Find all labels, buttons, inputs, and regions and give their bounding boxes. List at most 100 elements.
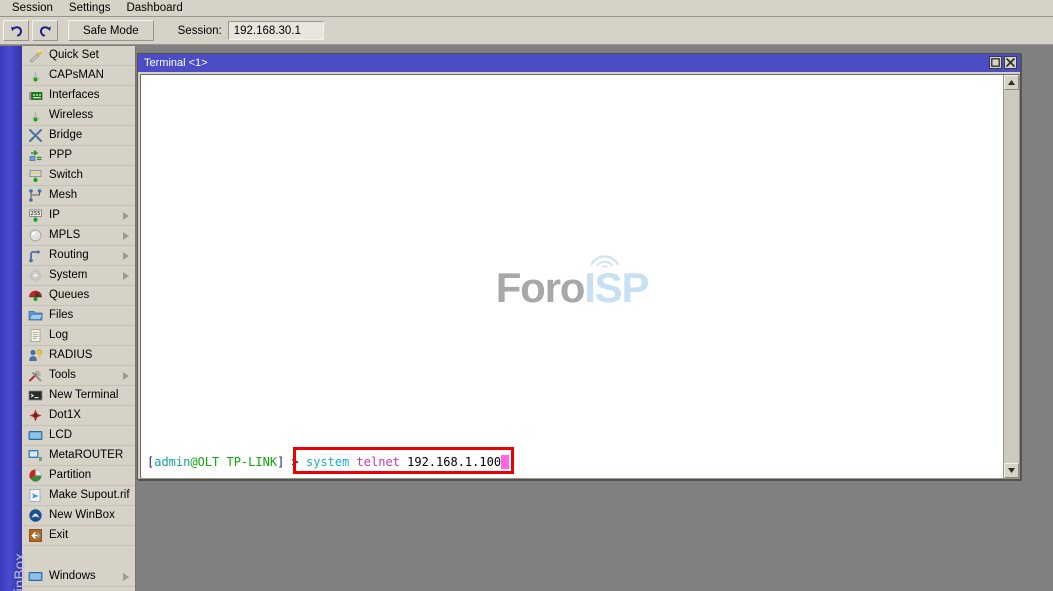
sidebar-item-label: Files: [49, 308, 74, 321]
terminal-output-area[interactable]: Foro ISP [admin @OLT TP-LINK] > system t…: [141, 75, 1003, 478]
sidebar-item-metarouter[interactable]: MetaROUTER: [22, 446, 135, 466]
scroll-up-button[interactable]: [1004, 75, 1019, 90]
queues-icon: [27, 288, 44, 304]
sidebar-item-log[interactable]: Log: [22, 326, 135, 346]
sidebar-item-new-terminal[interactable]: New Terminal: [22, 386, 135, 406]
sidebar-item-system[interactable]: System: [22, 266, 135, 286]
sidebar-item-mpls[interactable]: MPLS: [22, 226, 135, 246]
sidebar-item-files[interactable]: Files: [22, 306, 135, 326]
lcd-screen-icon: [27, 569, 44, 585]
terminal-icon: [27, 388, 44, 404]
sidebar-item-make-supout[interactable]: Make Supout.rif: [22, 486, 135, 506]
sidebar-item-label: RADIUS: [49, 348, 93, 361]
sidebar-item-queues[interactable]: Queues: [22, 286, 135, 306]
bridge-icon: [27, 128, 44, 144]
text-cursor: [501, 455, 510, 469]
undo-arrow-icon: [9, 24, 24, 38]
terminal-window: Terminal <1> Foro ISP [admin @OLT TP-LI…: [137, 53, 1021, 480]
sidebar-item-partition[interactable]: Partition: [22, 466, 135, 486]
log-page-icon: [27, 328, 44, 344]
sidebar-item-label: Tools: [49, 368, 76, 381]
chevron-right-icon: [123, 211, 129, 220]
sidebar-item-switch[interactable]: Switch: [22, 166, 135, 186]
antenna-icon: [27, 68, 44, 84]
restore-window-button[interactable]: [989, 56, 1002, 69]
wifi-signal-icon: [587, 247, 621, 269]
session-address-field[interactable]: 192.168.30.1: [227, 21, 324, 40]
terminal-title-bar[interactable]: Terminal <1>: [138, 54, 1020, 72]
tools-icon: [27, 368, 44, 384]
sidebar-item-label: Interfaces: [49, 88, 100, 101]
sidebar-item-lcd[interactable]: LCD: [22, 426, 135, 446]
safe-mode-button[interactable]: Safe Mode: [68, 20, 154, 41]
partition-icon: [27, 468, 44, 484]
sidebar-item-label: Log: [49, 328, 69, 341]
sidebar-item-label: New Terminal: [49, 388, 119, 401]
sidebar-item-label: Dot1X: [49, 408, 81, 421]
terminal-scrollbar[interactable]: [1003, 75, 1019, 478]
prompt-caret: >: [291, 455, 306, 469]
sidebar-item-ppp[interactable]: PPP: [22, 146, 135, 166]
chevron-right-icon: [123, 371, 129, 380]
restore-window-icon: [991, 58, 1000, 67]
radius-key-icon: [27, 348, 44, 364]
sidebar-item-routing[interactable]: Routing: [22, 246, 135, 266]
routing-icon: [27, 248, 44, 264]
scrollbar-track[interactable]: [1004, 90, 1019, 463]
dot1x-icon: [27, 408, 44, 424]
sidebar-item-capsman[interactable]: CAPsMAN: [22, 66, 135, 86]
sidebar-item-tools[interactable]: Tools: [22, 366, 135, 386]
prompt-close-bracket: ]: [277, 455, 292, 469]
sidebar-item-windows[interactable]: Windows: [22, 567, 135, 587]
sidebar-item-label: Exit: [49, 528, 69, 541]
metarouter-icon: [27, 448, 44, 464]
sidebar-item-label: System: [49, 268, 88, 281]
sidebar-item-radius[interactable]: RADIUS: [22, 346, 135, 366]
sidebar-item-mesh[interactable]: Mesh: [22, 186, 135, 206]
nic-card-icon: [27, 88, 44, 104]
chevron-right-icon: [123, 231, 129, 240]
scroll-down-button[interactable]: [1004, 463, 1019, 478]
sidebar-item-label: Make Supout.rif: [49, 488, 130, 501]
mpls-disc-icon: [27, 228, 44, 244]
sidebar-brand-stripe: WinBox: [0, 46, 29, 591]
sidebar-item-label: Routing: [49, 248, 89, 261]
undo-button[interactable]: [3, 20, 29, 41]
sidebar-item-list: Quick Set CAPsMAN Interfaces Wireless Br…: [22, 46, 135, 591]
scroll-down-arrow-icon: [1008, 468, 1015, 473]
prompt-username: admin: [154, 455, 191, 469]
sidebar-item-label: MetaROUTER: [49, 448, 124, 461]
sidebar-item-interfaces[interactable]: Interfaces: [22, 86, 135, 106]
prompt-open-bracket: [: [147, 455, 155, 469]
sidebar-item-label: Switch: [49, 168, 83, 181]
sidebar-menu: WinBox Quick Set CAPsMAN Interfaces Wire…: [0, 46, 136, 591]
sidebar-item-ip[interactable]: 255 IP: [22, 206, 135, 226]
chevron-right-icon: [123, 271, 129, 280]
redo-button[interactable]: [32, 20, 58, 41]
terminal-title-text: Terminal <1>: [144, 57, 208, 69]
gear-icon: [27, 268, 44, 284]
sidebar-item-dot1x[interactable]: Dot1X: [22, 406, 135, 426]
sidebar-item-new-winbox[interactable]: New WinBox: [22, 506, 135, 526]
prompt-hostname: @OLT TP-LINK: [190, 455, 278, 469]
sidebar-item-exit[interactable]: Exit: [22, 526, 135, 546]
sidebar-item-label: Partition: [49, 468, 92, 481]
sidebar-item-bridge[interactable]: Bridge: [22, 126, 135, 146]
antenna-icon: [27, 108, 44, 124]
sidebar-item-label: Wireless: [49, 108, 94, 121]
ip-255-icon: 255: [27, 208, 44, 224]
mesh-icon: [27, 188, 44, 204]
chevron-right-icon: [123, 572, 129, 581]
sidebar-item-quick-set[interactable]: Quick Set: [22, 46, 135, 66]
menu-session[interactable]: Session: [4, 1, 61, 16]
watermark-foro-text: Foro: [495, 264, 586, 311]
menu-dashboard[interactable]: Dashboard: [118, 1, 190, 16]
menu-settings[interactable]: Settings: [61, 1, 119, 16]
close-window-button[interactable]: [1004, 56, 1017, 69]
sidebar-item-label: CAPsMAN: [49, 68, 104, 81]
sidebar-item-label: Bridge: [49, 128, 83, 141]
sidebar-item-label: Quick Set: [49, 48, 99, 61]
sidebar-item-wireless[interactable]: Wireless: [22, 106, 135, 126]
sidebar-item-label: PPP: [49, 148, 73, 161]
